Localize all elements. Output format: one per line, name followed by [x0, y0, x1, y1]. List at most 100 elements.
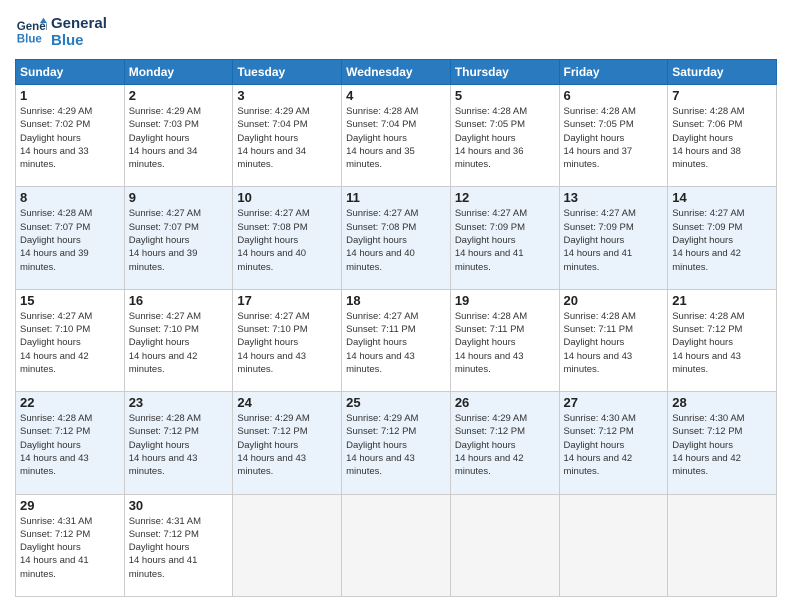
logo: General Blue General Blue [15, 15, 107, 49]
calendar-body: 1 Sunrise: 4:29 AM Sunset: 7:02 PM Dayli… [16, 85, 777, 597]
weekday-header: Saturday [668, 60, 777, 85]
day-number: 11 [346, 190, 446, 205]
day-info: Sunrise: 4:28 AM Sunset: 7:07 PM Dayligh… [20, 207, 120, 273]
weekday-header: Sunday [16, 60, 125, 85]
calendar-week-row: 15 Sunrise: 4:27 AM Sunset: 7:10 PM Dayl… [16, 289, 777, 391]
weekday-header: Friday [559, 60, 668, 85]
day-number: 23 [129, 395, 229, 410]
calendar-day-cell: 30 Sunrise: 4:31 AM Sunset: 7:12 PM Dayl… [124, 494, 233, 596]
day-info: Sunrise: 4:27 AM Sunset: 7:07 PM Dayligh… [129, 207, 229, 273]
day-info: Sunrise: 4:29 AM Sunset: 7:12 PM Dayligh… [455, 412, 555, 478]
calendar-day-cell: 8 Sunrise: 4:28 AM Sunset: 7:07 PM Dayli… [16, 187, 125, 289]
calendar-day-cell [342, 494, 451, 596]
calendar-day-cell: 11 Sunrise: 4:27 AM Sunset: 7:08 PM Dayl… [342, 187, 451, 289]
day-number: 29 [20, 498, 120, 513]
day-number: 19 [455, 293, 555, 308]
day-info: Sunrise: 4:29 AM Sunset: 7:12 PM Dayligh… [237, 412, 337, 478]
day-info: Sunrise: 4:28 AM Sunset: 7:12 PM Dayligh… [672, 310, 772, 376]
calendar-day-cell: 20 Sunrise: 4:28 AM Sunset: 7:11 PM Dayl… [559, 289, 668, 391]
day-info: Sunrise: 4:28 AM Sunset: 7:05 PM Dayligh… [564, 105, 664, 171]
calendar-day-cell: 5 Sunrise: 4:28 AM Sunset: 7:05 PM Dayli… [450, 85, 559, 187]
day-number: 15 [20, 293, 120, 308]
day-info: Sunrise: 4:27 AM Sunset: 7:09 PM Dayligh… [564, 207, 664, 273]
day-info: Sunrise: 4:27 AM Sunset: 7:08 PM Dayligh… [237, 207, 337, 273]
calendar-day-cell: 22 Sunrise: 4:28 AM Sunset: 7:12 PM Dayl… [16, 392, 125, 494]
calendar-day-cell: 26 Sunrise: 4:29 AM Sunset: 7:12 PM Dayl… [450, 392, 559, 494]
calendar-day-cell: 23 Sunrise: 4:28 AM Sunset: 7:12 PM Dayl… [124, 392, 233, 494]
day-number: 26 [455, 395, 555, 410]
calendar-day-cell: 29 Sunrise: 4:31 AM Sunset: 7:12 PM Dayl… [16, 494, 125, 596]
day-number: 24 [237, 395, 337, 410]
calendar-day-cell: 21 Sunrise: 4:28 AM Sunset: 7:12 PM Dayl… [668, 289, 777, 391]
day-number: 28 [672, 395, 772, 410]
calendar-day-cell: 1 Sunrise: 4:29 AM Sunset: 7:02 PM Dayli… [16, 85, 125, 187]
calendar-day-cell: 16 Sunrise: 4:27 AM Sunset: 7:10 PM Dayl… [124, 289, 233, 391]
calendar-week-row: 1 Sunrise: 4:29 AM Sunset: 7:02 PM Dayli… [16, 85, 777, 187]
calendar-day-cell: 24 Sunrise: 4:29 AM Sunset: 7:12 PM Dayl… [233, 392, 342, 494]
calendar-day-cell: 12 Sunrise: 4:27 AM Sunset: 7:09 PM Dayl… [450, 187, 559, 289]
day-number: 16 [129, 293, 229, 308]
calendar-day-cell: 13 Sunrise: 4:27 AM Sunset: 7:09 PM Dayl… [559, 187, 668, 289]
day-info: Sunrise: 4:27 AM Sunset: 7:09 PM Dayligh… [455, 207, 555, 273]
header: General Blue General Blue [15, 15, 777, 49]
calendar-day-cell [559, 494, 668, 596]
day-number: 3 [237, 88, 337, 103]
calendar-day-cell: 27 Sunrise: 4:30 AM Sunset: 7:12 PM Dayl… [559, 392, 668, 494]
day-number: 9 [129, 190, 229, 205]
calendar-day-cell: 10 Sunrise: 4:27 AM Sunset: 7:08 PM Dayl… [233, 187, 342, 289]
day-number: 27 [564, 395, 664, 410]
day-info: Sunrise: 4:28 AM Sunset: 7:12 PM Dayligh… [20, 412, 120, 478]
calendar-week-row: 8 Sunrise: 4:28 AM Sunset: 7:07 PM Dayli… [16, 187, 777, 289]
page: General Blue General Blue SundayMondayTu… [0, 0, 792, 612]
day-number: 5 [455, 88, 555, 103]
calendar-day-cell: 28 Sunrise: 4:30 AM Sunset: 7:12 PM Dayl… [668, 392, 777, 494]
calendar-day-cell: 17 Sunrise: 4:27 AM Sunset: 7:10 PM Dayl… [233, 289, 342, 391]
logo-text: General Blue [51, 15, 107, 49]
day-number: 12 [455, 190, 555, 205]
day-number: 8 [20, 190, 120, 205]
calendar-day-cell: 2 Sunrise: 4:29 AM Sunset: 7:03 PM Dayli… [124, 85, 233, 187]
calendar-week-row: 29 Sunrise: 4:31 AM Sunset: 7:12 PM Dayl… [16, 494, 777, 596]
day-info: Sunrise: 4:27 AM Sunset: 7:10 PM Dayligh… [20, 310, 120, 376]
day-info: Sunrise: 4:29 AM Sunset: 7:04 PM Dayligh… [237, 105, 337, 171]
calendar-day-cell [450, 494, 559, 596]
calendar-day-cell: 25 Sunrise: 4:29 AM Sunset: 7:12 PM Dayl… [342, 392, 451, 494]
weekday-header: Tuesday [233, 60, 342, 85]
svg-text:Blue: Blue [17, 34, 43, 46]
day-info: Sunrise: 4:31 AM Sunset: 7:12 PM Dayligh… [20, 515, 120, 581]
calendar-day-cell: 14 Sunrise: 4:27 AM Sunset: 7:09 PM Dayl… [668, 187, 777, 289]
day-info: Sunrise: 4:27 AM Sunset: 7:08 PM Dayligh… [346, 207, 446, 273]
calendar-day-cell: 19 Sunrise: 4:28 AM Sunset: 7:11 PM Dayl… [450, 289, 559, 391]
logo-icon: General Blue [15, 16, 47, 48]
calendar-header-row: SundayMondayTuesdayWednesdayThursdayFrid… [16, 60, 777, 85]
day-info: Sunrise: 4:30 AM Sunset: 7:12 PM Dayligh… [564, 412, 664, 478]
calendar-day-cell: 3 Sunrise: 4:29 AM Sunset: 7:04 PM Dayli… [233, 85, 342, 187]
weekday-header: Wednesday [342, 60, 451, 85]
day-info: Sunrise: 4:31 AM Sunset: 7:12 PM Dayligh… [129, 515, 229, 581]
day-number: 25 [346, 395, 446, 410]
day-number: 4 [346, 88, 446, 103]
calendar-day-cell: 7 Sunrise: 4:28 AM Sunset: 7:06 PM Dayli… [668, 85, 777, 187]
calendar-day-cell: 6 Sunrise: 4:28 AM Sunset: 7:05 PM Dayli… [559, 85, 668, 187]
calendar-day-cell [668, 494, 777, 596]
day-info: Sunrise: 4:27 AM Sunset: 7:10 PM Dayligh… [129, 310, 229, 376]
calendar-day-cell: 18 Sunrise: 4:27 AM Sunset: 7:11 PM Dayl… [342, 289, 451, 391]
calendar-day-cell: 9 Sunrise: 4:27 AM Sunset: 7:07 PM Dayli… [124, 187, 233, 289]
day-info: Sunrise: 4:27 AM Sunset: 7:10 PM Dayligh… [237, 310, 337, 376]
day-number: 10 [237, 190, 337, 205]
day-number: 2 [129, 88, 229, 103]
day-info: Sunrise: 4:29 AM Sunset: 7:03 PM Dayligh… [129, 105, 229, 171]
calendar-week-row: 22 Sunrise: 4:28 AM Sunset: 7:12 PM Dayl… [16, 392, 777, 494]
day-number: 30 [129, 498, 229, 513]
day-info: Sunrise: 4:28 AM Sunset: 7:04 PM Dayligh… [346, 105, 446, 171]
calendar-day-cell: 15 Sunrise: 4:27 AM Sunset: 7:10 PM Dayl… [16, 289, 125, 391]
day-number: 1 [20, 88, 120, 103]
day-number: 17 [237, 293, 337, 308]
day-info: Sunrise: 4:28 AM Sunset: 7:11 PM Dayligh… [564, 310, 664, 376]
day-info: Sunrise: 4:29 AM Sunset: 7:02 PM Dayligh… [20, 105, 120, 171]
weekday-header: Monday [124, 60, 233, 85]
day-info: Sunrise: 4:28 AM Sunset: 7:12 PM Dayligh… [129, 412, 229, 478]
day-number: 14 [672, 190, 772, 205]
day-info: Sunrise: 4:28 AM Sunset: 7:05 PM Dayligh… [455, 105, 555, 171]
calendar-day-cell [233, 494, 342, 596]
